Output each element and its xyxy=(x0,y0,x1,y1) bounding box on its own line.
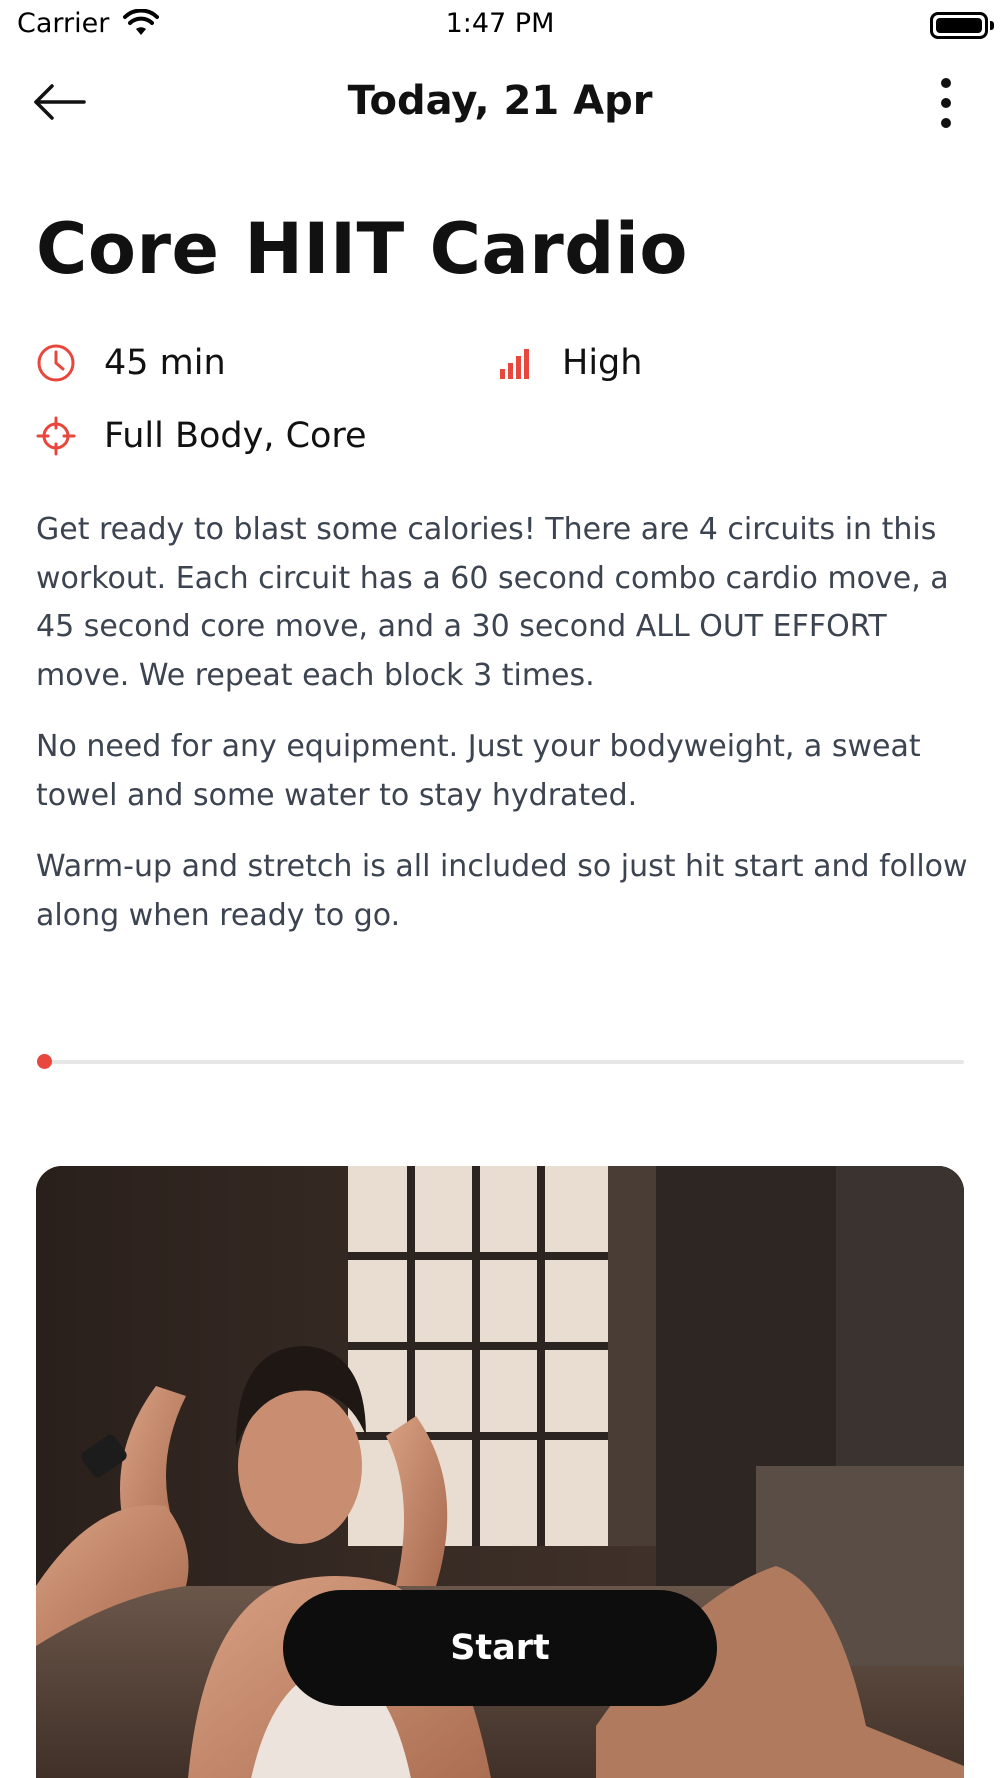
workout-intensity: High xyxy=(494,338,914,388)
progress-indicator xyxy=(37,1054,52,1069)
nav-bar: Today, 21 Apr xyxy=(0,60,1000,144)
more-vertical-icon[interactable] xyxy=(930,76,962,130)
workout-duration: 45 min xyxy=(36,338,456,388)
page-title: Today, 21 Apr xyxy=(347,78,653,124)
focus-label: Full Body, Core xyxy=(104,416,367,456)
duration-label: 45 min xyxy=(104,343,226,383)
progress-track xyxy=(44,1060,964,1064)
workout-description: Get ready to blast some calories! There … xyxy=(36,506,971,963)
battery-icon xyxy=(930,12,994,39)
description-paragraph: Get ready to blast some calories! There … xyxy=(36,512,949,693)
signal-bars-icon xyxy=(500,349,529,379)
status-bar: Carrier 1:47 PM xyxy=(0,0,1000,52)
start-button[interactable]: Start xyxy=(283,1590,717,1706)
workout-progress xyxy=(36,1054,964,1070)
clock-icon xyxy=(37,344,75,382)
workout-title: Core HIIT Cardio xyxy=(36,208,688,290)
workout-focus: Full Body, Core xyxy=(36,411,596,461)
status-time: 1:47 PM xyxy=(445,8,555,39)
description-paragraph: No need for any equipment. Just your bod… xyxy=(36,729,921,813)
target-icon xyxy=(36,416,76,456)
intensity-label: High xyxy=(562,343,643,383)
description-paragraph: Warm-up and stretch is all included so j… xyxy=(36,849,968,933)
